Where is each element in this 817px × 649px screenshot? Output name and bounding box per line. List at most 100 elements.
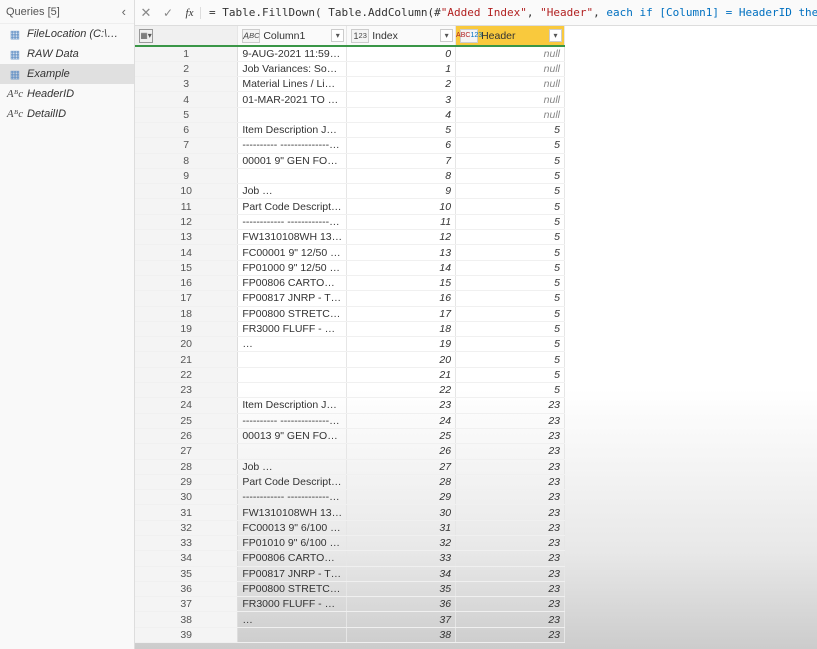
row-number[interactable]: 39 [135,627,238,642]
cell-header[interactable]: 23 [456,490,565,505]
cell-column1[interactable] [238,627,347,642]
cell-index[interactable]: 26 [347,444,456,459]
row-number[interactable]: 25 [135,413,238,428]
cell-index[interactable]: 37 [347,612,456,627]
cell-index[interactable]: 12 [347,230,456,245]
row-number[interactable]: 21 [135,352,238,367]
cell-header[interactable]: 5 [456,168,565,183]
cell-index[interactable]: 24 [347,413,456,428]
table-row[interactable]: 30 ------------ ----------------------- … [135,490,565,505]
cell-index[interactable]: 25 [347,428,456,443]
table-row[interactable]: 34 FP00806 CARTON TAPE (914m) MTR …3323 [135,551,565,566]
cell-header[interactable]: null [456,46,565,61]
cell-column1[interactable]: FC00013 9" 6/100 CT. NO NAME LBL EA … [238,520,347,535]
cell-index[interactable]: 38 [347,627,456,642]
table-row[interactable]: 11 Part Code Description UOM Std I…105 [135,199,565,214]
cell-index[interactable]: 17 [347,306,456,321]
row-number[interactable]: 6 [135,122,238,137]
cell-index[interactable]: 3 [347,92,456,107]
row-number[interactable]: 33 [135,536,238,551]
cell-header[interactable]: 5 [456,138,565,153]
query-item[interactable]: ▦RAW Data [0,44,134,64]
cell-index[interactable]: 21 [347,367,456,382]
table-row[interactable]: 4 01-MAR-2021 TO 3…3null [135,92,565,107]
cell-header[interactable]: 23 [456,551,565,566]
column-header-index[interactable]: 123 Index ▾ [347,26,456,46]
cell-header[interactable]: 23 [456,459,565,474]
cell-column1[interactable]: 00013 9" GEN FOAM PLATE 193305 000… [238,428,347,443]
table-row[interactable]: 2 Job Variances: Sound…1null [135,61,565,76]
row-number[interactable]: 13 [135,230,238,245]
cell-header[interactable]: null [456,77,565,92]
cell-column1[interactable]: FC00001 9" 12/50 CT. NO NAME EA [238,245,347,260]
cell-column1[interactable] [238,107,347,122]
cell-index[interactable]: 29 [347,490,456,505]
cell-header[interactable]: 5 [456,245,565,260]
cell-column1[interactable]: FP00806 CARTON TAPE (914m) MTR … [238,551,347,566]
cell-index[interactable]: 10 [347,199,456,214]
table-row[interactable]: 3 Material Lines / Li…2null [135,77,565,92]
table-row[interactable]: 10 Job …95 [135,184,565,199]
table-row[interactable]: 23225 [135,383,565,398]
cell-index[interactable]: 35 [347,581,456,596]
filter-button[interactable]: ▾ [331,29,344,42]
cell-header[interactable]: 23 [456,413,565,428]
row-number[interactable]: 23 [135,383,238,398]
cell-column1[interactable]: FP00806 CARTON TAPE (914m) MTR … [238,275,347,290]
cell-header[interactable]: null [456,61,565,76]
cell-column1[interactable]: 00001 9" GEN FOAM PLATE 193309 000… [238,153,347,168]
cell-column1[interactable]: ------------ ----------------------- ---… [238,214,347,229]
cell-header[interactable]: 5 [456,184,565,199]
cell-index[interactable]: 15 [347,275,456,290]
table-row[interactable]: 37 FR3000 FLUFF - OUTPUT KG 52…3623 [135,597,565,612]
table-row[interactable]: 24Item Description Job # Recipe2323 [135,398,565,413]
row-number[interactable]: 4 [135,92,238,107]
cell-index[interactable]: 31 [347,520,456,535]
row-number[interactable]: 8 [135,153,238,168]
cell-header[interactable]: 5 [456,291,565,306]
table-row[interactable]: 17 FP00817 JNRP - TGR-4 48M WHITE EA …16… [135,291,565,306]
cell-header[interactable]: 5 [456,153,565,168]
row-number[interactable]: 38 [135,612,238,627]
fx-icon[interactable]: fx [179,7,201,19]
cell-column1[interactable]: ------------ ----------------------- ---… [238,490,347,505]
table-row[interactable]: 393823 [135,627,565,642]
row-number[interactable]: 22 [135,367,238,382]
row-number[interactable]: 27 [135,444,238,459]
row-number[interactable]: 9 [135,168,238,183]
collapse-sidebar-button[interactable]: ‹ [120,4,128,19]
table-row[interactable]: 18 FP00800 STRETCH WRAP FOR AUTOMATI …17… [135,306,565,321]
row-number[interactable]: 34 [135,551,238,566]
row-number[interactable]: 19 [135,321,238,336]
table-row[interactable]: 15 FP01000 9" 12/50 NO NAME EA 1…145 [135,260,565,275]
cell-column1[interactable]: FR3000 FLUFF - OUTPUT KG 52… [238,597,347,612]
cell-column1[interactable]: Item Description Job # Recipe [238,398,347,413]
cell-column1[interactable]: ---------- ----------------------- -----… [238,413,347,428]
cell-index[interactable]: 1 [347,61,456,76]
cell-index[interactable]: 32 [347,536,456,551]
cell-column1[interactable] [238,444,347,459]
table-row[interactable]: 29 Part Code Description UOM Std I…2823 [135,474,565,489]
row-number[interactable]: 2 [135,61,238,76]
cell-column1[interactable] [238,367,347,382]
cell-index[interactable]: 27 [347,459,456,474]
table-row[interactable]: 6Item Description Job # Recipe55 [135,122,565,137]
filter-button[interactable]: ▾ [549,29,562,42]
cell-index[interactable]: 8 [347,168,456,183]
row-number[interactable]: 15 [135,260,238,275]
cell-header[interactable]: null [456,107,565,122]
row-number[interactable]: 28 [135,459,238,474]
cell-index[interactable]: 13 [347,245,456,260]
cell-index[interactable]: 5 [347,122,456,137]
cell-header[interactable]: 5 [456,337,565,352]
table-row[interactable]: 272623 [135,444,565,459]
table-corner-cell[interactable]: ▦▾ [135,26,238,46]
cell-column1[interactable]: Part Code Description UOM Std I… [238,199,347,214]
cell-column1[interactable]: FP01000 9" 12/50 NO NAME EA 1… [238,260,347,275]
cell-column1[interactable] [238,352,347,367]
table-row[interactable]: 21205 [135,352,565,367]
table-row[interactable]: 25---------- ----------------------- ---… [135,413,565,428]
table-row[interactable]: 22215 [135,367,565,382]
cell-column1[interactable]: Job Variances: Sound… [238,61,347,76]
cell-header[interactable]: 5 [456,275,565,290]
